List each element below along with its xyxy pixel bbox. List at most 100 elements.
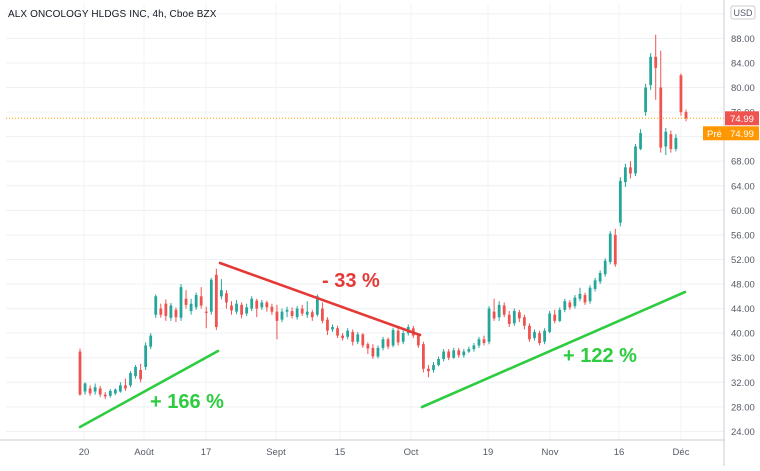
candle-body — [608, 233, 612, 262]
candle — [679, 73, 683, 116]
candle-body — [341, 335, 344, 339]
candle-body — [472, 345, 476, 350]
candle-body — [270, 306, 274, 312]
candle-body — [310, 312, 314, 318]
candle-body — [664, 131, 668, 147]
candlestick-chart[interactable]: + 166 % - 33 % + 122 % 24.00 28.00 32.00 36.0… — [0, 0, 760, 466]
candle-body — [326, 319, 329, 331]
candle-body — [108, 390, 112, 396]
candle-body — [583, 295, 587, 303]
annotation-label: + 166 % — [150, 391, 224, 413]
candle-body — [290, 311, 294, 316]
candle-body — [437, 358, 440, 366]
pre-market-prefix: Pré — [707, 129, 722, 140]
candle-body — [260, 302, 264, 308]
candle-body — [517, 312, 521, 319]
candle-body — [139, 369, 142, 380]
candle — [422, 341, 425, 373]
y-tick-label: 64.00 — [731, 181, 755, 192]
candle-body — [593, 280, 597, 289]
candle — [608, 231, 612, 265]
candle — [528, 323, 531, 342]
currency-badge: USD — [730, 5, 756, 20]
candle-body — [184, 298, 188, 305]
chart-root: + 166 % - 33 % + 122 % 24.00 28.00 32.00 36.0… — [0, 0, 760, 466]
candle-body — [432, 365, 435, 370]
candle-body — [194, 295, 198, 308]
candle-body — [386, 339, 390, 347]
candle-body — [618, 180, 622, 223]
x-tick-label: Nov — [542, 447, 559, 458]
annotation-label: + 122 % — [563, 345, 637, 367]
candle-body — [149, 335, 153, 347]
candle — [649, 53, 653, 90]
candle-body — [159, 308, 163, 315]
candle-body — [199, 296, 203, 306]
candle-body — [649, 56, 653, 86]
candle-body — [285, 309, 289, 312]
x-tick-label: Déc — [673, 447, 690, 458]
candle-body — [634, 146, 637, 174]
candle-body — [391, 330, 395, 346]
candle-body — [629, 167, 632, 174]
y-tick-label: 68.00 — [731, 157, 755, 168]
x-tick-label: Oct — [404, 447, 419, 458]
candle-body — [174, 309, 178, 318]
candle — [144, 342, 148, 370]
candle-body — [376, 347, 380, 357]
last-price-label-text: 74.99 — [730, 114, 754, 125]
candle-body — [204, 311, 208, 313]
candle-body — [255, 300, 259, 309]
last-price-label: 74.99 — [725, 111, 759, 126]
candle-body — [543, 330, 546, 342]
candle-body — [573, 297, 577, 307]
candle-body — [588, 287, 592, 302]
candle-body — [361, 334, 365, 346]
candle-body — [553, 314, 557, 321]
candle-body — [477, 339, 481, 346]
candle-body — [624, 167, 627, 183]
candle-body — [639, 132, 642, 149]
candle-body — [245, 307, 249, 314]
candle-body — [366, 344, 370, 349]
candle — [209, 277, 213, 315]
candle-body — [189, 303, 193, 312]
candle-body — [669, 134, 673, 149]
x-tick-label: Août — [134, 447, 154, 458]
candle-body — [427, 368, 430, 372]
candle-body — [523, 317, 526, 326]
candle — [487, 306, 491, 345]
candle-body — [220, 290, 223, 297]
candle-body — [487, 308, 491, 342]
candle — [548, 311, 552, 334]
candle — [194, 292, 198, 310]
candle-body — [129, 373, 132, 386]
y-tick-label: 56.00 — [731, 230, 755, 241]
x-tick-label: 16 — [614, 447, 625, 458]
candle — [129, 371, 132, 388]
candle-body — [578, 293, 582, 299]
y-tick-label: 84.00 — [731, 58, 755, 69]
candle-body — [93, 387, 97, 392]
candle-body — [401, 333, 405, 342]
x-tick-label: 20 — [79, 447, 90, 458]
candle-body — [644, 87, 647, 113]
candle-body — [169, 305, 173, 318]
y-tick-label: 32.00 — [731, 378, 755, 389]
candle-body — [295, 308, 299, 318]
candle-body — [305, 311, 309, 315]
candle-body — [452, 350, 456, 358]
candle-body — [613, 234, 617, 265]
candle-body — [684, 112, 688, 119]
candle-body — [598, 272, 602, 282]
candle — [618, 177, 622, 227]
candle-body — [321, 308, 324, 321]
candle — [78, 348, 82, 396]
candle-body — [275, 311, 279, 321]
candle-body — [134, 366, 137, 377]
candle — [603, 258, 607, 277]
candle-body — [507, 314, 511, 324]
pre-market-label: Pré 74.99 — [703, 126, 759, 141]
candle-body — [502, 305, 506, 315]
candle-body — [250, 298, 254, 309]
